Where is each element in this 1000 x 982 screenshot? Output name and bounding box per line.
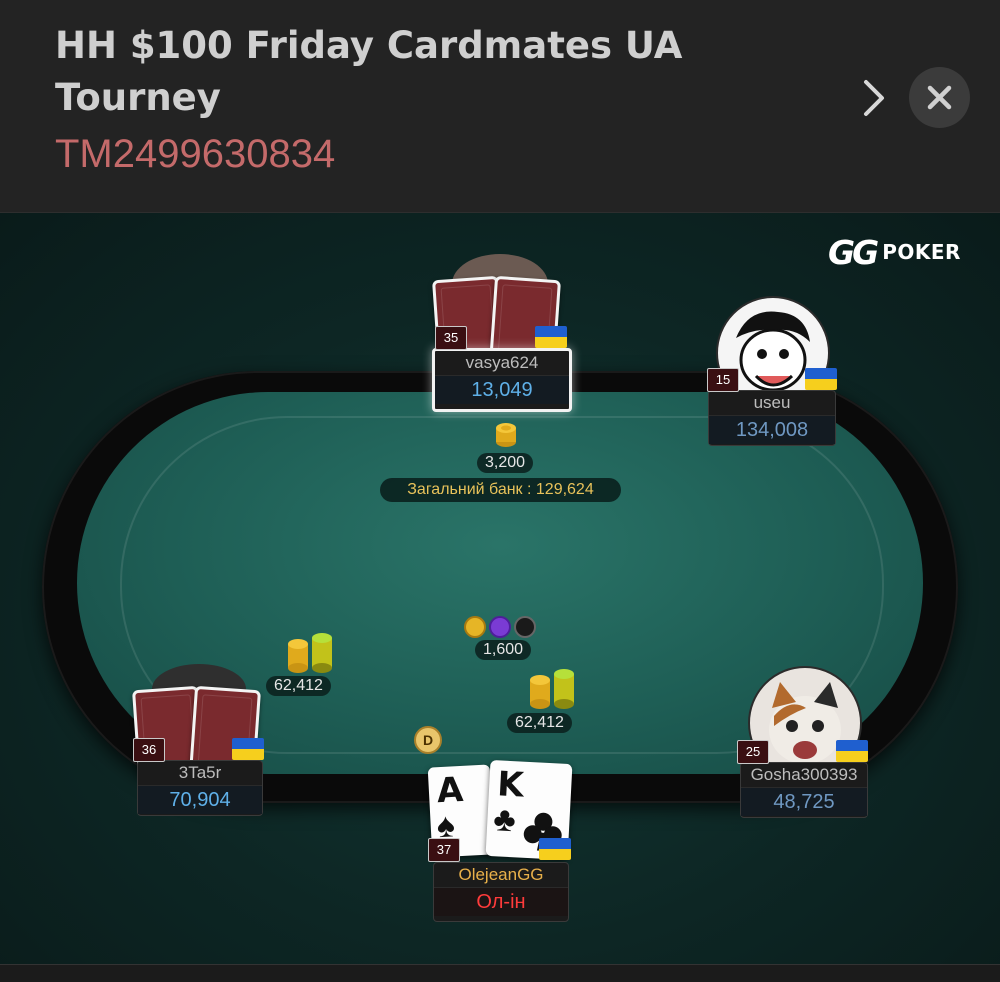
seat-number: 25 — [737, 740, 769, 764]
player-plate-hero[interactable]: OlejeanGG Ол-ін — [433, 862, 569, 922]
hand-history-header: HH $100 Friday Cardmates UA Tourney TM24… — [0, 0, 1000, 212]
player-stack: 70,904 — [138, 785, 262, 814]
seat-number: 36 — [133, 738, 165, 762]
tournament-id: TM2499630834 — [55, 132, 336, 176]
close-button[interactable] — [909, 67, 970, 128]
bet-amount-left: 62,412 — [266, 676, 331, 696]
logo-gg: GG — [828, 232, 879, 272]
player-name: OlejeanGG — [458, 865, 544, 884]
bet-amount-top: 3,200 — [477, 453, 534, 473]
chip-stack-icon — [530, 669, 574, 709]
ukraine-flag-icon — [539, 838, 571, 860]
player-stack: 13,049 — [435, 375, 569, 404]
player-plate-top-right[interactable]: useu 134,008 — [708, 390, 836, 446]
player-name: vasya624 — [465, 353, 539, 372]
dealer-button: D — [414, 726, 442, 754]
player-name: useu — [753, 393, 791, 412]
total-pot: Загальний банк : 129,624 — [380, 478, 621, 502]
seat-number: 37 — [428, 838, 460, 862]
player-name: 3Ta5r — [178, 763, 222, 782]
seat-number: 15 — [707, 368, 739, 392]
card-rank: A — [435, 769, 465, 812]
player-plate-right[interactable]: Gosha300393 48,725 — [740, 762, 868, 818]
pot-chips-icon — [464, 616, 536, 638]
player-plate-top[interactable]: vasya624 13,049 — [432, 348, 572, 412]
card-rank: K — [496, 764, 525, 806]
close-icon — [927, 85, 952, 110]
ukraine-flag-icon — [805, 368, 837, 390]
player-name: Gosha300393 — [750, 765, 858, 784]
chip-stack-icon — [496, 423, 516, 447]
chip-stack-icon — [288, 633, 332, 673]
bottom-bar — [0, 964, 1000, 982]
bet-amount-right: 62,412 — [507, 713, 572, 733]
logo-poker: POKER — [882, 240, 961, 264]
ukraine-flag-icon — [232, 738, 264, 760]
ggpoker-logo: GG POKER — [828, 232, 961, 272]
tournament-title: HH $100 Friday Cardmates UA Tourney — [55, 24, 683, 119]
player-stack: 48,725 — [741, 787, 867, 816]
card-suit: ♣ — [492, 800, 517, 840]
bet-amount-center: 1,600 — [475, 640, 532, 660]
player-plate-left[interactable]: 3Ta5r 70,904 — [137, 760, 263, 816]
ukraine-flag-icon — [836, 740, 868, 762]
ukraine-flag-icon — [535, 326, 567, 348]
player-stack: 134,008 — [709, 415, 835, 444]
player-status-allin: Ол-ін — [434, 887, 568, 916]
seat-number: 35 — [435, 326, 467, 350]
chevron-right-icon[interactable] — [854, 78, 894, 118]
